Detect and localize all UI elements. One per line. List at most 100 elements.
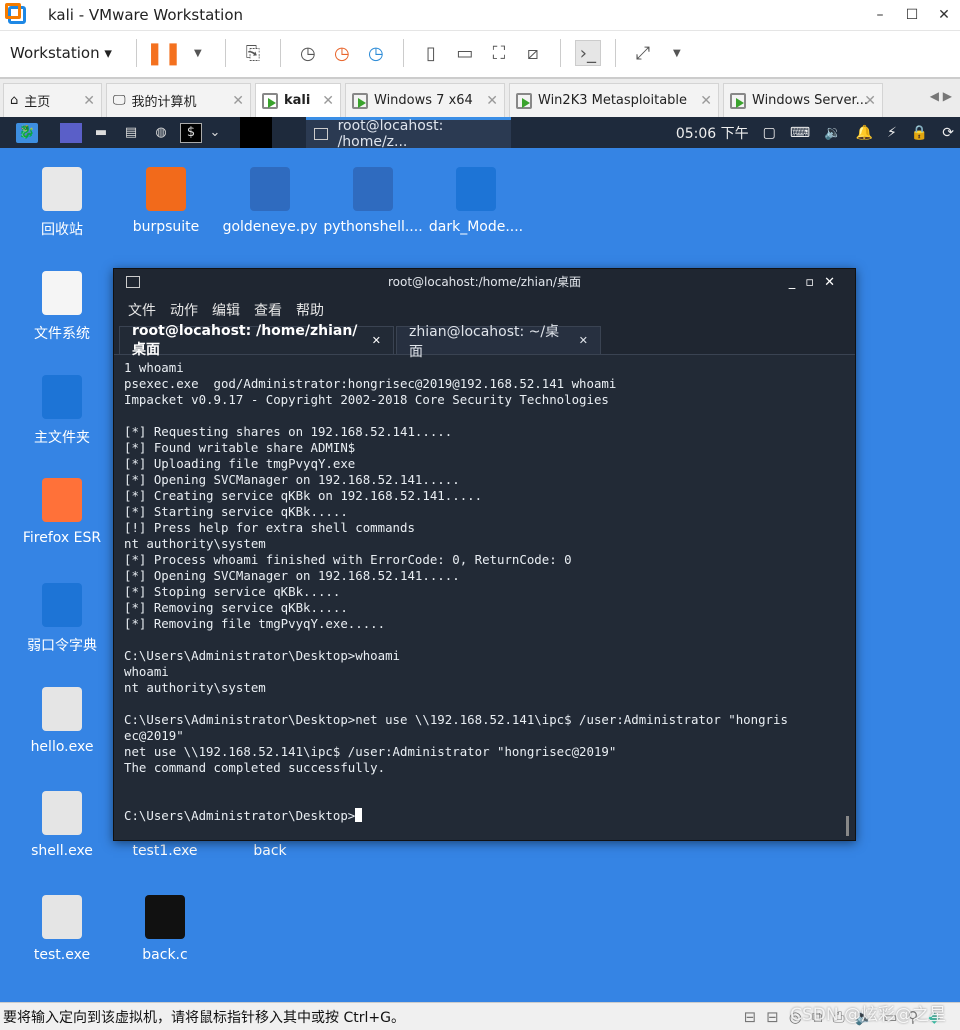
text-editor-icon[interactable]: ▤ xyxy=(120,123,142,143)
workstation-menu[interactable]: Workstation ▾ xyxy=(10,44,112,62)
close-tab-icon[interactable]: ✕ xyxy=(864,93,876,109)
desktop-icon[interactable]: back.c xyxy=(115,895,215,963)
terminal-scrollbar[interactable] xyxy=(846,816,849,836)
desktop-icon[interactable]: shell.exe xyxy=(12,791,112,859)
keyboard-icon[interactable]: ⌨ xyxy=(790,125,810,141)
close-button[interactable]: ✕ xyxy=(928,0,960,30)
file-icon xyxy=(145,895,185,939)
menu-view[interactable]: 查看 xyxy=(254,300,282,320)
hard-disk-icon[interactable]: ⊟ xyxy=(744,1008,757,1026)
tab-label: 主页 xyxy=(24,95,51,110)
send-keys-icon[interactable]: ⎘ xyxy=(240,40,266,66)
terminal-launcher-icon[interactable]: $ xyxy=(180,122,202,143)
separator xyxy=(279,39,281,67)
desktop-icon[interactable]: Firefox ESR xyxy=(12,478,112,546)
close-tab-icon[interactable]: ✕ xyxy=(83,93,95,109)
desktop-icon-label: shell.exe xyxy=(31,843,93,859)
tab-windows7[interactable]: Windows 7 x64 ✕ xyxy=(345,83,505,117)
desktop-icon-label: back xyxy=(253,843,287,859)
vm-icon xyxy=(352,92,368,109)
desktop-icon-label: goldeneye.py xyxy=(222,219,318,235)
terminal-line: C:\Users\Administrator\Desktop>net use \… xyxy=(124,712,788,727)
revert-snapshot-icon[interactable]: ◷ xyxy=(329,40,355,66)
hard-disk-icon[interactable]: ⊟ xyxy=(766,1008,779,1026)
close-tab-icon[interactable]: ✕ xyxy=(322,93,334,109)
volume-icon[interactable]: 🔉 xyxy=(824,125,841,141)
kali-menu-icon[interactable]: 🐉 xyxy=(16,122,38,143)
logout-icon[interactable]: ⟳ xyxy=(942,125,954,141)
menu-actions[interactable]: 动作 xyxy=(170,300,198,320)
fullscreen-icon[interactable]: ⛶ xyxy=(486,40,512,66)
desktop-icon[interactable]: 文件系统 xyxy=(12,271,112,343)
snapshot-manager-icon[interactable]: ◷ xyxy=(363,40,389,66)
pause-icon[interactable]: ❚❚ xyxy=(145,40,182,66)
snapshot-icon[interactable]: ◷ xyxy=(295,40,321,66)
tab-kali[interactable]: kali ✕ xyxy=(255,83,341,117)
unity-icon[interactable]: ⧄ xyxy=(520,40,546,66)
lock-icon[interactable]: 🔒 xyxy=(911,125,928,141)
power-manager-icon[interactable]: ⚡ xyxy=(887,125,897,141)
terminal-window-controls[interactable]: _▫✕ xyxy=(789,269,845,296)
desktop-icon-label: dark_Mode.... xyxy=(428,219,524,235)
desktop-icon-label: test1.exe xyxy=(132,843,198,859)
desktop-icon-label: 主文件夹 xyxy=(34,430,90,446)
tab-win2k3[interactable]: Win2K3 Metasploitable ✕ xyxy=(509,83,719,117)
chevron-down-icon[interactable]: ⌄ xyxy=(210,123,221,143)
console-view-icon[interactable]: ›_ xyxy=(574,40,601,66)
dropdown-icon[interactable]: ▼ xyxy=(185,40,211,66)
desktop-switcher[interactable] xyxy=(240,117,272,148)
clock[interactable]: 05:06 下午 xyxy=(676,123,749,143)
dropdown-icon[interactable]: ▼ xyxy=(664,40,690,66)
terminal-line: [*] Uploading file tmgPvyqY.exe xyxy=(124,456,356,471)
close-tab-icon[interactable]: ✕ xyxy=(700,93,712,109)
tab-scroll-arrows-icon[interactable]: ◀ ▶ xyxy=(930,89,952,103)
vm-tab-strip: ⌂ 主页 ✕ 🖵 我的计算机 ✕ kali ✕ Windows 7 x64 ✕ Win2K3… xyxy=(0,77,960,117)
desktop-icon[interactable]: hello.exe xyxy=(12,687,112,755)
menu-edit[interactable]: 编辑 xyxy=(212,300,240,320)
show-library-icon[interactable]: ▯ xyxy=(418,40,444,66)
desktop-icon[interactable]: pythonshell.... xyxy=(323,167,423,235)
desktop-icon[interactable]: dark_Mode.... xyxy=(426,167,526,235)
stretch-icon[interactable]: ⤢ xyxy=(630,40,656,66)
close-tab-icon[interactable]: ✕ xyxy=(486,93,498,109)
thumbnail-bar-icon[interactable]: ▭ xyxy=(452,40,478,66)
desktop-icon[interactable]: goldeneye.py xyxy=(220,167,320,235)
file-manager-icon[interactable]: ▬ xyxy=(90,123,112,143)
workspace-icon[interactable] xyxy=(60,122,82,143)
terminal-line: Impacket v0.9.17 - Copyright 2002-2018 C… xyxy=(124,392,609,407)
file-icon xyxy=(42,478,82,522)
desktop-icon[interactable]: 弱口令字典 xyxy=(12,583,112,655)
close-tab-icon[interactable]: ✕ xyxy=(372,334,381,347)
browser-icon[interactable]: ◍ xyxy=(150,123,172,143)
terminal-line: [!] Press help for extra shell commands xyxy=(124,520,415,535)
terminal-line: [*] Starting service qKBk..... xyxy=(124,504,348,519)
menu-file[interactable]: 文件 xyxy=(128,300,156,320)
desktop-icon[interactable]: burpsuite xyxy=(116,167,216,235)
tab-windows-server[interactable]: Windows Server... ✕ xyxy=(723,83,883,117)
vmware-logo-icon xyxy=(5,3,26,24)
close-tab-icon[interactable]: ✕ xyxy=(579,334,588,347)
window-titlebar: kali - VMware Workstation – ☐ ✕ xyxy=(0,0,960,30)
display-icon[interactable]: ▢ xyxy=(763,125,776,141)
close-tab-icon[interactable]: ✕ xyxy=(232,93,244,109)
tab-my-computer[interactable]: 🖵 我的计算机 ✕ xyxy=(106,83,251,117)
terminal-title: root@locahost:/home/zhian/桌面 xyxy=(388,275,581,289)
menu-help[interactable]: 帮助 xyxy=(296,300,324,320)
maximize-button[interactable]: ☐ xyxy=(896,0,928,30)
file-icon xyxy=(42,375,82,419)
tab-label: kali xyxy=(284,93,311,108)
terminal-output[interactable]: 1 whoami psexec.exe god/Administrator:hon… xyxy=(114,355,855,829)
terminal-tab-zhian[interactable]: zhian@locahost: ~/桌面 ✕ xyxy=(396,324,601,360)
desktop-icon[interactable]: 回收站 xyxy=(12,167,112,239)
taskbar-terminal-window[interactable]: root@locahost: /home/z... xyxy=(306,117,511,150)
terminal-tab-root[interactable]: root@locahost: /home/zhian/桌面 ✕ xyxy=(119,323,394,358)
desktop-icon[interactable]: test.exe xyxy=(12,895,112,963)
minimize-button[interactable]: – xyxy=(864,0,896,30)
desktop-icon[interactable]: 主文件夹 xyxy=(12,375,112,447)
terminal-prompt-line[interactable]: C:\Users\Administrator\Desktop> xyxy=(124,808,845,824)
task-title: root@locahost: /home/z... xyxy=(337,118,444,150)
file-icon xyxy=(353,167,393,211)
tab-home[interactable]: ⌂ 主页 ✕ xyxy=(3,83,102,117)
notification-bell-icon[interactable]: 🔔 xyxy=(856,125,873,141)
